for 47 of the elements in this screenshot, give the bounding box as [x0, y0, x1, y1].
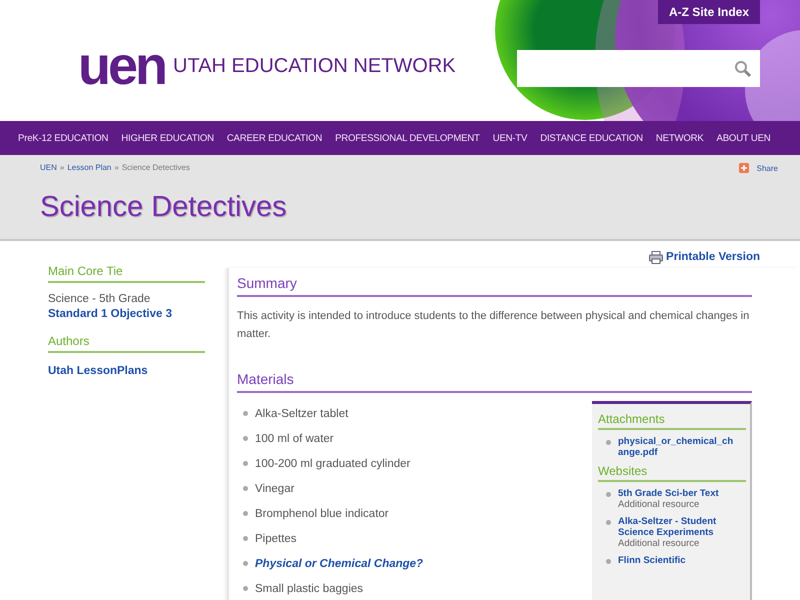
nav-link[interactable]: NETWORK [656, 132, 704, 144]
resource-note: Additional resource [618, 499, 700, 510]
material-item: Vinegar [255, 482, 294, 494]
site-name: UTAH EDUCATION NETWORK [173, 54, 456, 78]
breadcrumb-separator: » [114, 163, 119, 173]
resource-note: Additional resource [618, 538, 700, 549]
search-icon[interactable] [734, 60, 752, 78]
summary-text: This activity is intended to introduce students to the difference between physical and chemical changes in matter. [237, 309, 750, 342]
plus-icon[interactable] [738, 163, 749, 173]
panel-heading: Websites [598, 464, 746, 482]
nav-link[interactable]: UEN-TV [492, 132, 528, 144]
search-field[interactable] [517, 50, 760, 87]
material-item: 100 ml of water [255, 432, 334, 444]
material-item: Small plastic baggies [255, 582, 364, 594]
section-heading: Summary [237, 275, 752, 297]
nav-link[interactable]: PROFESSIONAL DEVELOPMENT [335, 132, 480, 144]
material-link[interactable]: Physical or Chemical Change? [255, 558, 424, 570]
attachment-link[interactable]: physical_or_chemical_change.pdf [618, 436, 738, 458]
section-heading: Authors [48, 334, 205, 353]
standard-link[interactable]: Standard 1 Objective 3 [48, 308, 205, 320]
material-item: 100-200 ml graduated cylinder [255, 458, 410, 470]
printer-icon[interactable] [649, 250, 664, 264]
material-item: Alka-Seltzer tablet [255, 408, 348, 420]
breadcrumb-separator: » [60, 163, 64, 173]
website-link[interactable]: Alka-Seltzer - Student Science Experiments [618, 516, 746, 538]
section-heading: Materials [237, 371, 752, 393]
material-item: Bromphenol blue indicator [255, 508, 389, 520]
website-link[interactable]: Flinn Scientific [618, 555, 686, 566]
nav-link[interactable]: PreK-12 EDUCATION [18, 132, 108, 144]
site-index-link[interactable]: A-Z Site Index [658, 0, 760, 24]
printable-version-link[interactable]: Printable Version [666, 251, 760, 263]
breadcrumb-link[interactable]: UEN [40, 163, 57, 173]
subject-text: Science - 5th Grade [48, 293, 152, 305]
breadcrumb-current: Science Detectives [122, 163, 190, 173]
nav-link[interactable]: CAREER EDUCATION [226, 132, 322, 144]
nav-link[interactable]: HIGHER EDUCATION [121, 132, 214, 144]
nav-link[interactable]: DISTANCE EDUCATION [540, 132, 643, 144]
section-heading: Main Core Tie [48, 264, 205, 283]
panel-heading: Attachments [598, 412, 746, 430]
material-item: Pipettes [255, 532, 297, 544]
breadcrumb-link[interactable]: Lesson Plan [67, 163, 112, 173]
share-link[interactable]: Share [756, 164, 778, 172]
website-link[interactable]: 5th Grade Sci-ber Text [618, 488, 719, 499]
page-title: Science Detectives [40, 191, 288, 224]
logo[interactable]: uen [78, 38, 166, 94]
author-link[interactable]: Utah LessonPlans [48, 365, 205, 377]
nav-link[interactable]: ABOUT UEN [716, 132, 771, 144]
